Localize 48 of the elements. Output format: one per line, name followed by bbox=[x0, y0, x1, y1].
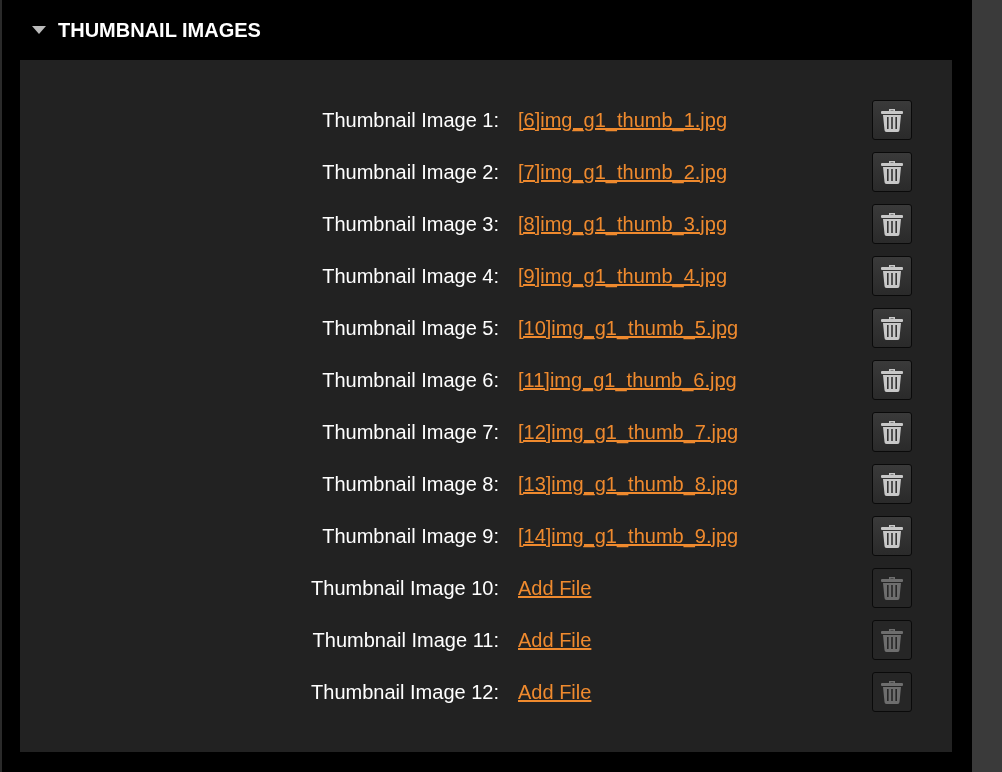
delete-button[interactable] bbox=[872, 464, 912, 504]
trash-icon bbox=[881, 472, 903, 496]
field-label: Thumbnail Image 10: bbox=[310, 576, 499, 601]
file-link[interactable]: [9]img_g1_thumb_4.jpg bbox=[518, 264, 728, 288]
field-label: Thumbnail Image 7: bbox=[321, 420, 499, 445]
field-label: Thumbnail Image 5: bbox=[321, 316, 499, 341]
trash-icon bbox=[881, 628, 903, 652]
trash-icon bbox=[881, 316, 903, 340]
file-link[interactable]: [6]img_g1_thumb_1.jpg bbox=[518, 108, 728, 132]
trash-icon bbox=[881, 368, 903, 392]
trash-icon bbox=[881, 420, 903, 444]
field-label: Thumbnail Image 8: bbox=[321, 472, 499, 497]
delete-button[interactable] bbox=[872, 100, 912, 140]
field-label: Thumbnail Image 4: bbox=[321, 264, 499, 289]
field-label: Thumbnail Image 9: bbox=[321, 524, 499, 549]
trash-icon bbox=[881, 108, 903, 132]
delete-button[interactable] bbox=[872, 204, 912, 244]
file-link[interactable]: [14]img_g1_thumb_9.jpg bbox=[518, 524, 739, 548]
trash-icon bbox=[881, 160, 903, 184]
trash-icon bbox=[881, 576, 903, 600]
field-label: Thumbnail Image 6: bbox=[321, 368, 499, 393]
delete-button[interactable] bbox=[872, 152, 912, 192]
delete-button[interactable] bbox=[872, 412, 912, 452]
field-label: Thumbnail Image 3: bbox=[321, 212, 499, 237]
file-link[interactable]: Add File bbox=[518, 628, 592, 652]
file-link[interactable]: [7]img_g1_thumb_2.jpg bbox=[518, 160, 728, 184]
file-link[interactable]: Add File bbox=[518, 576, 592, 600]
delete-button[interactable] bbox=[872, 308, 912, 348]
delete-button[interactable] bbox=[872, 360, 912, 400]
trash-icon bbox=[881, 212, 903, 236]
delete-button[interactable] bbox=[872, 256, 912, 296]
trash-icon bbox=[881, 524, 903, 548]
delete-button[interactable] bbox=[872, 516, 912, 556]
field-label: Thumbnail Image 11: bbox=[311, 628, 499, 653]
file-link[interactable]: [10]img_g1_thumb_5.jpg bbox=[518, 316, 739, 340]
file-link[interactable]: [12]img_g1_thumb_7.jpg bbox=[518, 420, 739, 444]
field-label: Thumbnail Image 2: bbox=[321, 160, 499, 185]
file-link[interactable]: [11]img_g1_thumb_6.jpg bbox=[518, 368, 737, 392]
expand-triangle-icon[interactable] bbox=[32, 26, 46, 34]
trash-icon bbox=[881, 680, 903, 704]
section-title: THUMBNAIL IMAGES bbox=[58, 18, 261, 42]
file-link[interactable]: [13]img_g1_thumb_8.jpg bbox=[518, 472, 739, 496]
trash-icon bbox=[881, 264, 903, 288]
file-link[interactable]: [8]img_g1_thumb_3.jpg bbox=[518, 212, 728, 236]
field-label: Thumbnail Image 12: bbox=[310, 680, 499, 705]
file-link[interactable]: Add File bbox=[518, 680, 592, 704]
scrollbar[interactable] bbox=[972, 0, 1002, 772]
field-label: Thumbnail Image 1: bbox=[321, 108, 499, 133]
